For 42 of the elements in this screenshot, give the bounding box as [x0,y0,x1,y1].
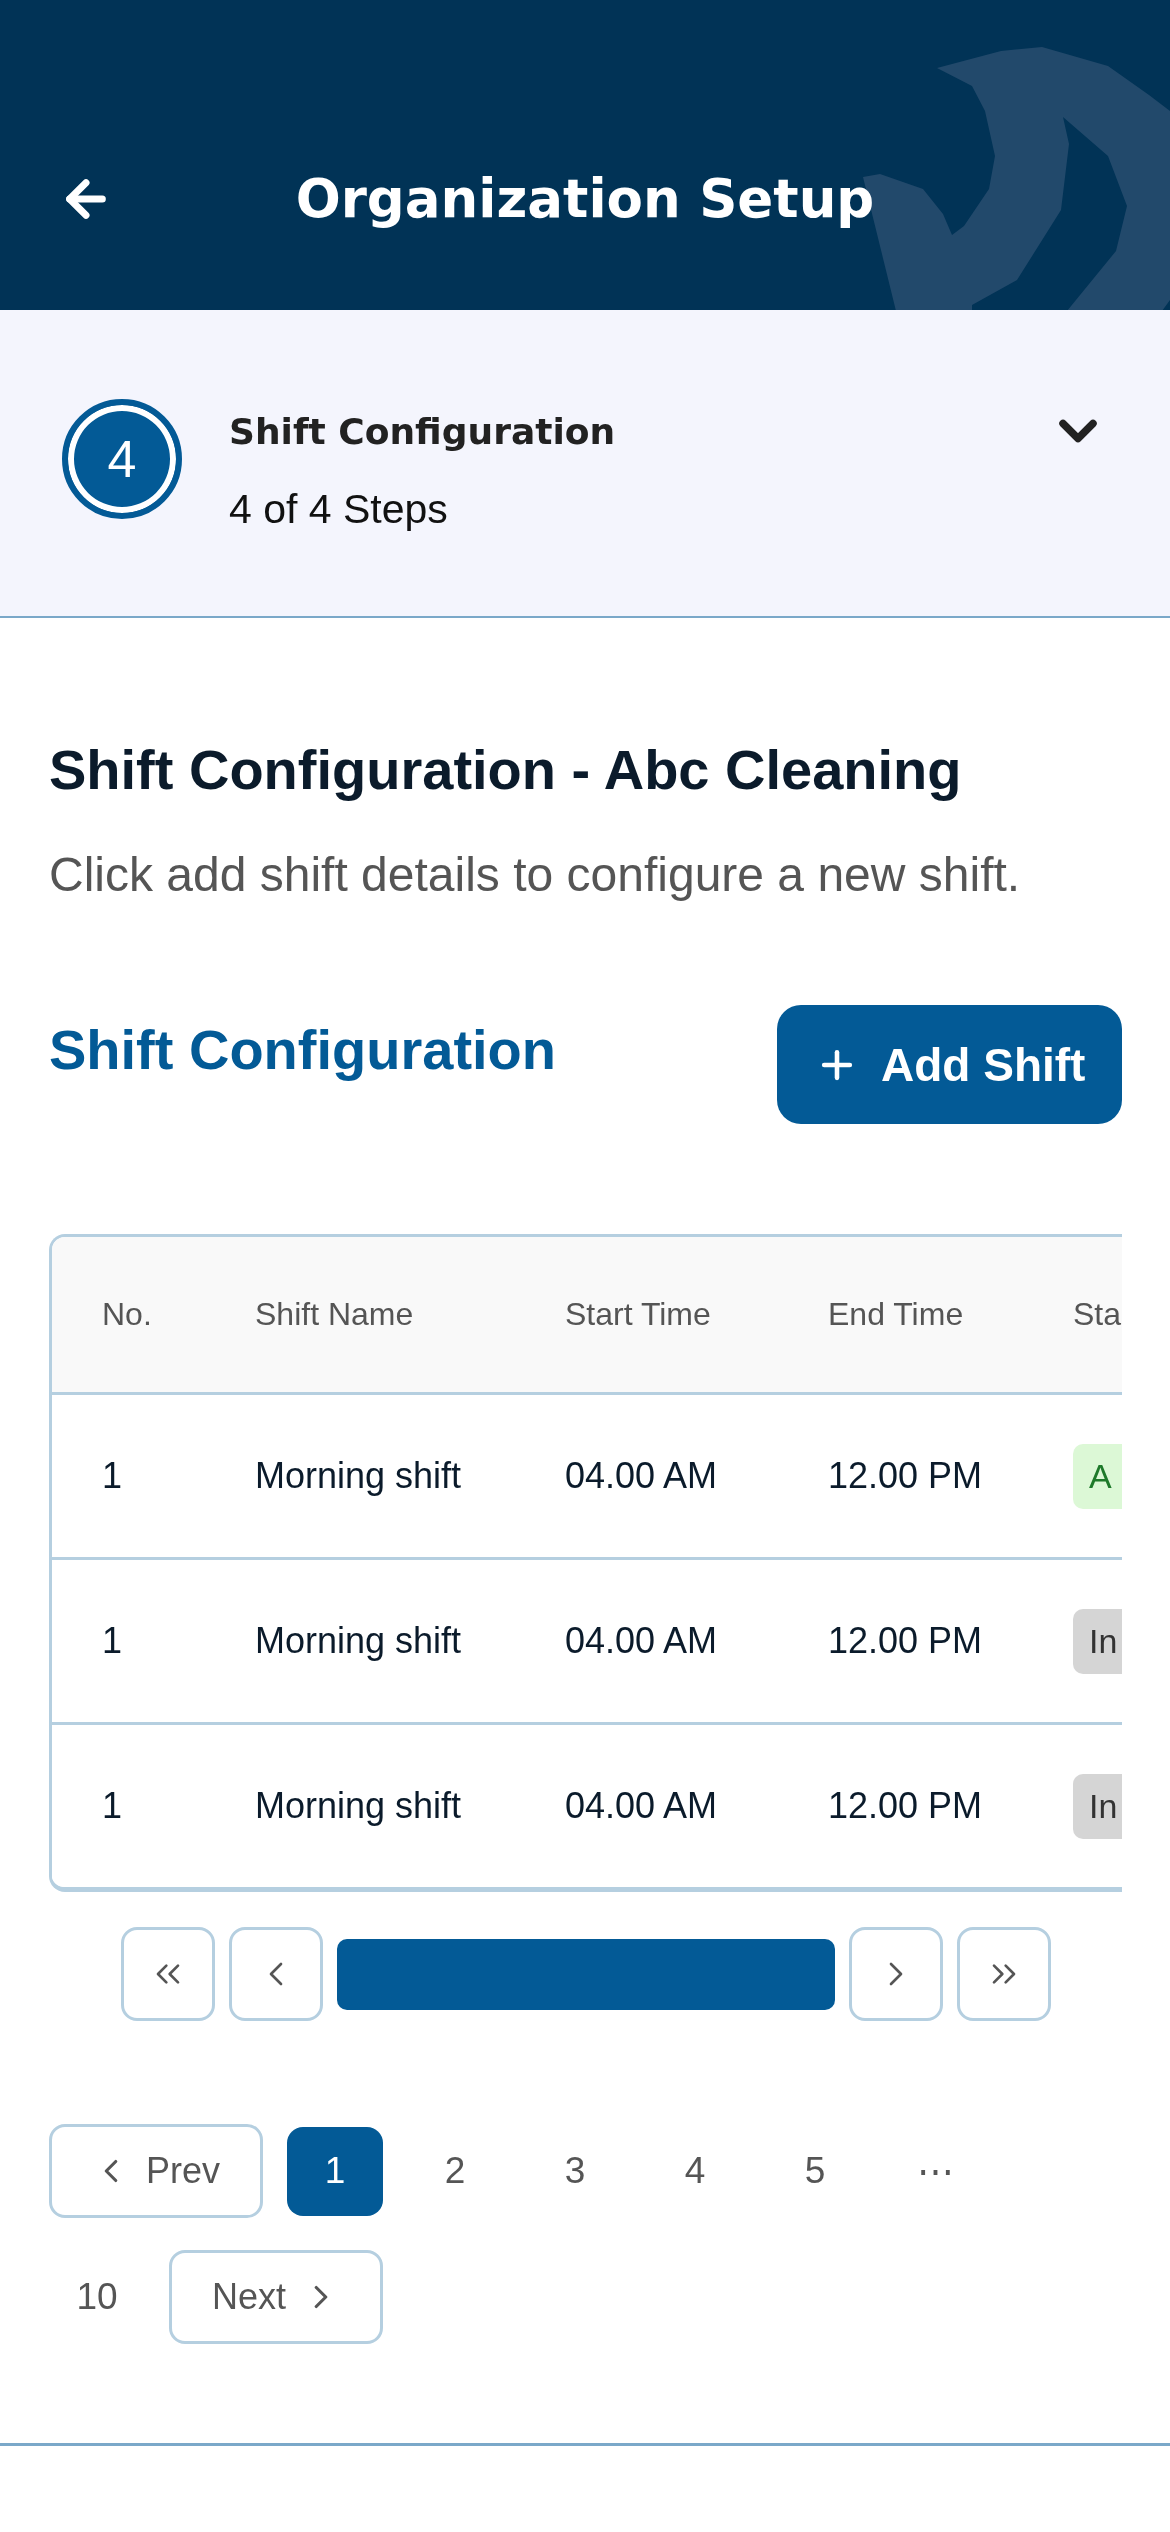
page-number[interactable]: 3 [527,2126,623,2216]
table-cell-text: 04.00 AM [564,1455,719,1497]
content-description: Click add shift details to configure a new shift. [49,847,1022,903]
status-badge: In [1073,1608,1122,1674]
table-cell-text: 12.00 PM [827,1785,984,1827]
table-cell-text: Morning shift [254,1620,463,1662]
page-number[interactable]: 2 [407,2126,503,2216]
scrollbar-thumb[interactable] [336,1938,835,2010]
scroll-right-button[interactable] [848,1927,943,2021]
prev-page-button[interactable]: Prev [49,2124,263,2218]
status-badge: A [1073,1443,1122,1509]
table-cell-text: Morning shift [254,1455,463,1497]
page-number[interactable]: 5 [767,2126,863,2216]
step-progress: 4 of 4 Steps [229,485,448,533]
column-header: Start Time [564,1296,712,1333]
status-badge: In [1073,1773,1122,1839]
page-number[interactable]: ⋯ [887,2126,983,2216]
table-cell-text: 1 [101,1785,124,1827]
column-header: Shift Name [254,1296,415,1333]
table-cell-text: 12.00 PM [827,1620,984,1662]
page-number[interactable]: 10 [49,2252,145,2342]
add-shift-button[interactable]: Add Shift [777,1005,1122,1124]
section-title: Shift Configuration [49,1017,556,1082]
table-cell-text: Morning shift [254,1785,463,1827]
page-number[interactable]: 4 [647,2126,743,2216]
step-number: 4 [62,399,182,519]
column-header: End Time [827,1296,965,1333]
table-cell-text: 04.00 AM [564,1785,719,1827]
table-cell-text: 04.00 AM [564,1620,719,1662]
table-cell-text: 12.00 PM [827,1455,984,1497]
page-title: Organization Setup [295,167,875,231]
scroll-left-button[interactable] [228,1927,323,2021]
table-cell-text: 1 [101,1620,124,1662]
column-header: No. [101,1296,153,1333]
next-page-button[interactable]: Next [169,2250,383,2344]
scroll-last-button[interactable] [956,1927,1051,2021]
content-title: Shift Configuration - Abc Cleaning [49,738,963,802]
step-title: Shift Configuration [229,411,616,453]
page-number[interactable]: 1 [287,2126,383,2216]
scroll-first-button[interactable] [120,1927,215,2021]
table-cell-text: 1 [101,1455,124,1497]
column-header: Sta [1072,1296,1122,1333]
